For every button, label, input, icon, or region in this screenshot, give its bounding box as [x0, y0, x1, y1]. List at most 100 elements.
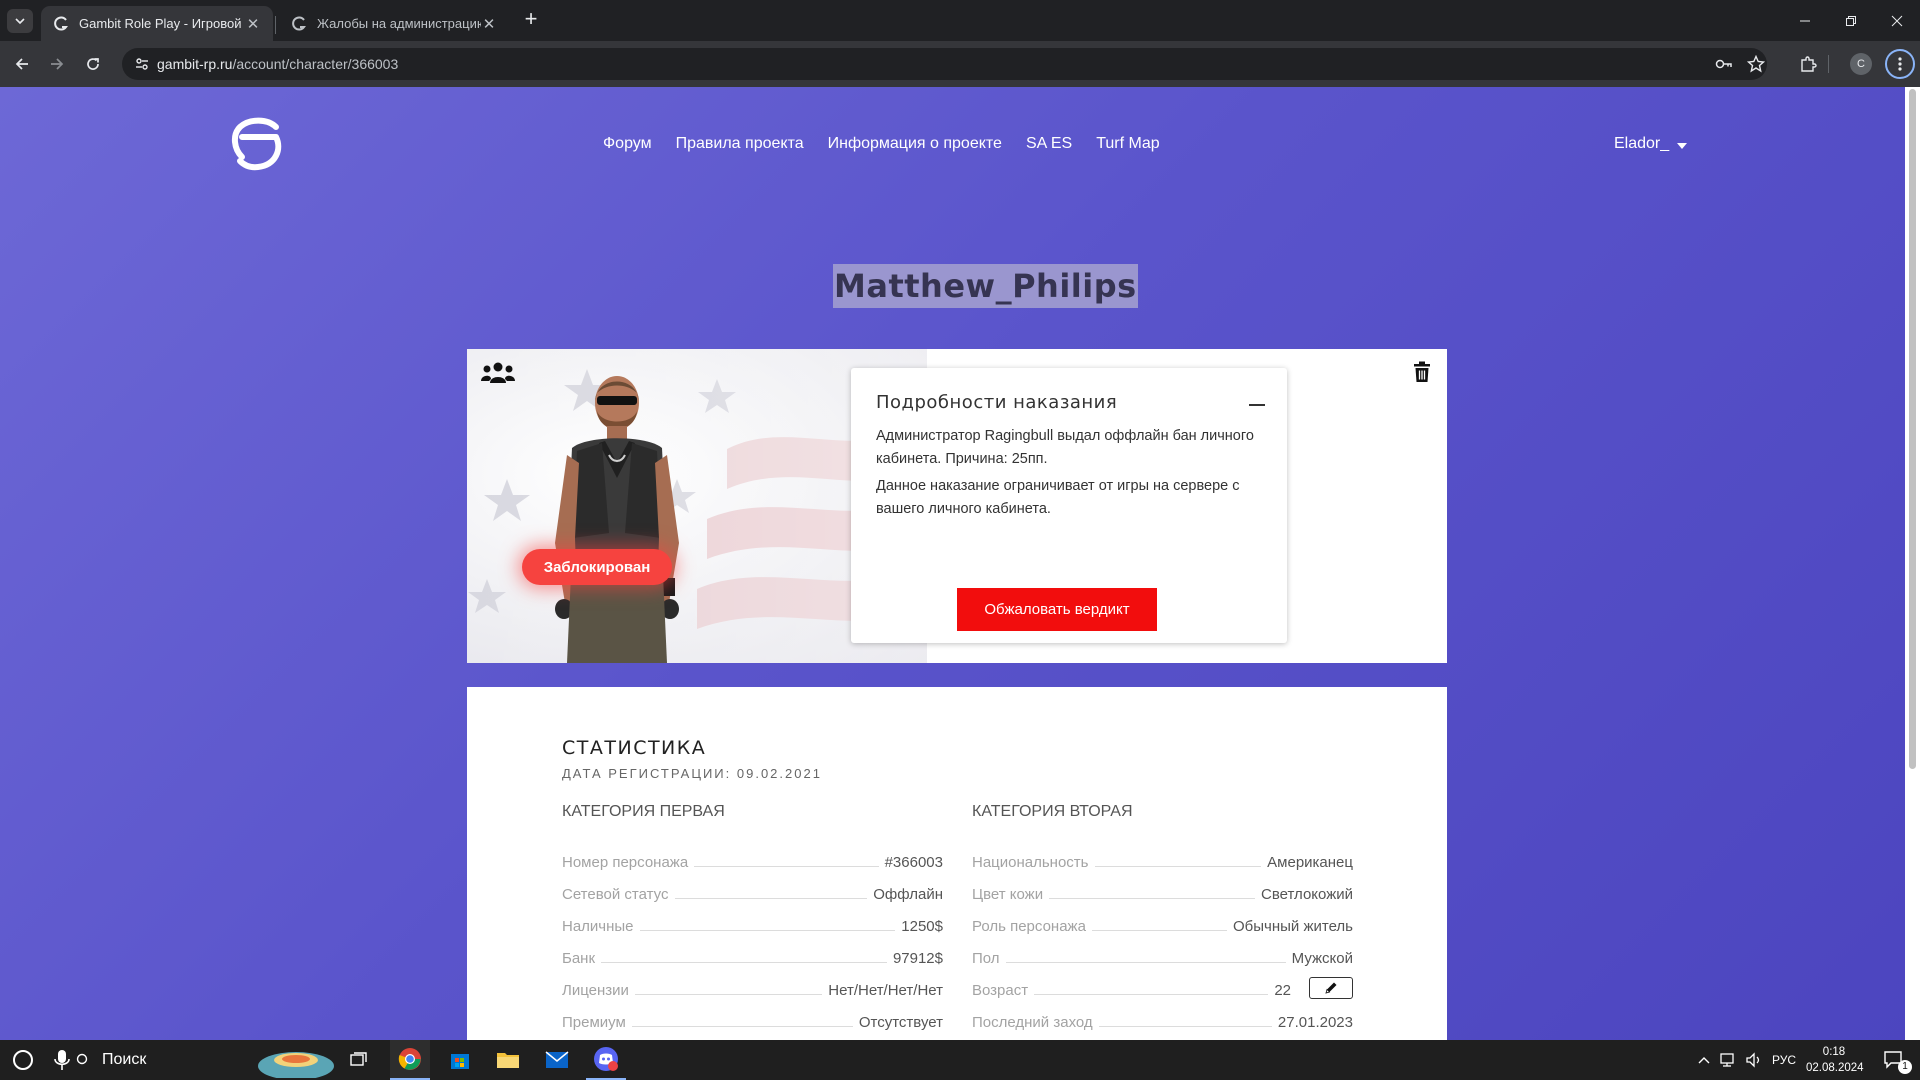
extensions-button[interactable] — [1797, 53, 1819, 75]
tray-overflow-button[interactable] — [1694, 1040, 1714, 1080]
tray-network[interactable] — [1716, 1040, 1740, 1080]
taskbar-mail[interactable] — [537, 1040, 577, 1080]
tab-close-icon[interactable]: ✕ — [245, 15, 261, 33]
character-avatar — [555, 376, 679, 663]
chrome-icon — [398, 1048, 421, 1070]
punishment-text: Администратор Ragingbull выдал оффлайн б… — [876, 425, 1271, 525]
nav-info[interactable]: Информация о проекте — [828, 135, 1002, 153]
chevron-up-icon — [1698, 1057, 1710, 1064]
stat-row-character-number: Номер персонажа #366003 — [562, 839, 943, 871]
stat-row-network-status: Сетевой статус Оффлайн — [562, 871, 943, 903]
stat-leader-line — [601, 962, 887, 963]
url-path: /account/character/366003 — [232, 56, 399, 72]
browser-menu-button[interactable] — [1885, 49, 1915, 79]
taskbar-discord[interactable] — [586, 1040, 626, 1080]
tab-separator — [275, 16, 276, 34]
user-menu[interactable]: Elador_ — [1614, 135, 1688, 153]
more-vertical-icon — [1898, 57, 1902, 71]
password-key-icon[interactable] — [1715, 55, 1733, 73]
collapse-minus-icon[interactable] — [1249, 404, 1265, 406]
stat-label: Сетевой статус — [562, 886, 669, 903]
tray-clock[interactable]: 0:18 02.08.2024 — [1806, 1044, 1864, 1076]
address-bar[interactable]: gambit-rp.ru/account/character/366003 — [122, 48, 1767, 80]
character-name: Matthew_Philips — [833, 264, 1138, 308]
browser-toolbar: gambit-rp.ru/account/character/366003 C — [0, 41, 1920, 87]
new-tab-button[interactable]: + — [520, 8, 542, 31]
site-info-icon[interactable] — [134, 56, 150, 72]
stat-label: Лицензии — [562, 982, 629, 999]
page-scrollbar[interactable] — [1905, 87, 1920, 1040]
nav-sa-es[interactable]: SA ES — [1026, 135, 1072, 153]
stat-value: 22 — [1274, 982, 1291, 999]
stat-leader-line — [674, 898, 868, 899]
minimize-button[interactable] — [1782, 0, 1828, 41]
taskbar-chrome[interactable] — [390, 1040, 430, 1080]
tab-gambit[interactable]: Gambit Role Play - Игровой пр ✕ — [41, 6, 273, 41]
forward-button[interactable] — [46, 53, 68, 75]
stat-label: Национальность — [972, 854, 1089, 871]
stat-leader-line — [631, 1026, 853, 1027]
stat-row-licenses: Лицензии Нет/Нет/Нет/Нет — [562, 967, 943, 999]
back-button[interactable] — [11, 53, 33, 75]
gambit-logo-icon[interactable] — [228, 115, 288, 171]
clock-time: 0:18 — [1822, 1046, 1846, 1058]
microphone-icon — [54, 1050, 70, 1070]
arrow-right-icon — [51, 58, 64, 70]
stat-leader-line — [1091, 930, 1227, 931]
taskbar-search-box[interactable]: Поиск — [48, 1040, 334, 1080]
scrollbar-thumb[interactable] — [1909, 89, 1916, 769]
caret-down-icon — [1677, 143, 1688, 149]
profile-avatar[interactable]: C — [1850, 53, 1872, 75]
edit-age-button[interactable] — [1309, 977, 1353, 999]
tab-search-button[interactable] — [7, 9, 33, 33]
close-window-button[interactable] — [1874, 0, 1920, 41]
tray-language[interactable]: РУС — [1768, 1040, 1800, 1080]
category-title: КАТЕГОРИЯ ВТОРАЯ — [972, 803, 1133, 820]
stat-value: #366003 — [884, 854, 943, 871]
stat-value: Оффлайн — [873, 886, 943, 903]
stat-row-age: Возраст 22 — [972, 967, 1353, 999]
store-icon — [451, 1054, 469, 1069]
nav-rules[interactable]: Правила проекта — [676, 135, 804, 153]
gambit-favicon-icon — [54, 16, 68, 30]
tab-close-icon[interactable]: ✕ — [481, 15, 497, 33]
stat-value: Американец — [1267, 854, 1353, 871]
tab-complaints[interactable]: Жалобы на администрацию | ✕ — [279, 6, 509, 41]
stat-label: Пол — [972, 950, 1000, 967]
punishment-details-panel: Подробности наказания Администратор Ragi… — [851, 368, 1287, 643]
notification-center-button[interactable]: 1 — [1874, 1040, 1914, 1080]
bookmark-star-icon[interactable] — [1747, 55, 1765, 73]
reload-button[interactable] — [82, 53, 104, 75]
group-icon[interactable] — [481, 361, 515, 385]
stats-category-first: КАТЕГОРИЯ ПЕРВАЯ Номер персонажа #366003 … — [562, 803, 943, 1031]
stat-value: Обычный житель — [1233, 918, 1353, 935]
search-icon — [76, 1053, 88, 1065]
taskbar-store[interactable] — [440, 1040, 480, 1080]
restore-button[interactable] — [1828, 0, 1874, 41]
arrow-left-icon — [15, 58, 28, 70]
window-controls — [1782, 0, 1920, 41]
appeal-verdict-button[interactable]: Обжаловать вердикт — [957, 588, 1157, 631]
stat-row-character-role: Роль персонажа Обычный житель — [972, 903, 1353, 935]
discord-icon — [594, 1047, 618, 1071]
nav-turf-map[interactable]: Turf Map — [1096, 135, 1159, 153]
task-view-button[interactable] — [342, 1040, 376, 1080]
taskbar-explorer[interactable] — [488, 1040, 528, 1080]
tray-volume[interactable] — [1742, 1040, 1766, 1080]
browser-tab-bar: Gambit Role Play - Игровой пр ✕ Жалобы н… — [0, 0, 1920, 41]
stats-category-second: КАТЕГОРИЯ ВТОРАЯ Национальность Американе… — [972, 803, 1353, 1031]
puzzle-icon — [1801, 56, 1817, 72]
start-button[interactable] — [4, 1040, 42, 1080]
task-view-icon — [350, 1052, 367, 1066]
network-icon — [1720, 1053, 1734, 1067]
stat-label: Номер персонажа — [562, 854, 689, 871]
nav-forum[interactable]: Форум — [603, 135, 652, 153]
chevron-down-icon — [15, 18, 25, 25]
reload-icon — [87, 58, 99, 70]
stat-value: Нет/Нет/Нет/Нет — [828, 982, 943, 999]
blocked-status-badge: Заблокирован — [522, 549, 672, 585]
stat-row-skin-color: Цвет кожи Светлокожий — [972, 871, 1353, 903]
stat-row-nationality: Национальность Американец — [972, 839, 1353, 871]
trash-icon[interactable] — [1413, 361, 1431, 383]
stat-row-cash: Наличные 1250$ — [562, 903, 943, 935]
